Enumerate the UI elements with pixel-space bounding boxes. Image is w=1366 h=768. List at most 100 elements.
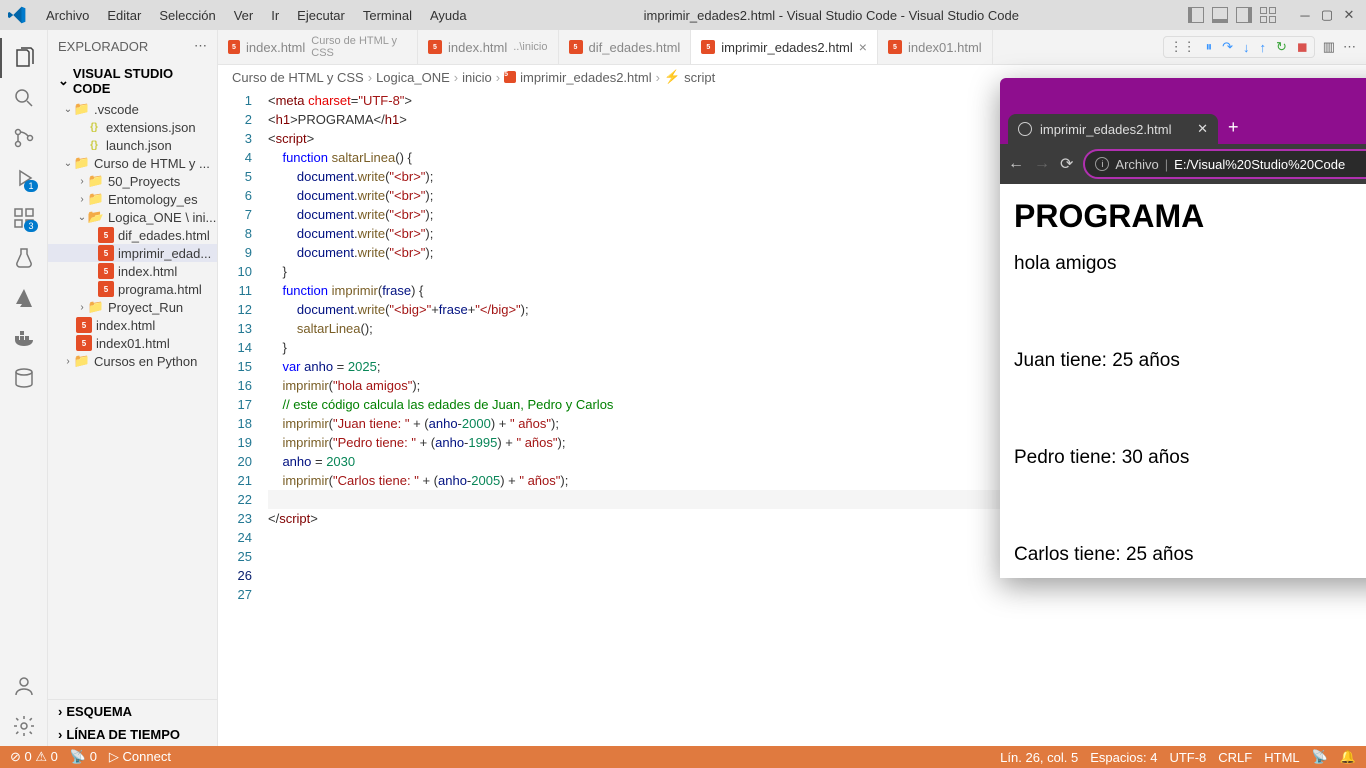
output-line: Carlos tiene: 25 años [1014, 544, 1366, 566]
menu-file[interactable]: Archivo [38, 4, 97, 27]
globe-icon [1018, 122, 1032, 136]
line-gutter: 1234567891011121314151617181920212223242… [218, 91, 268, 746]
browser-tabstrip: imprimir_edades2.html ✕ + [1000, 108, 1366, 144]
maximize-button[interactable]: ▢ [1318, 6, 1336, 24]
status-eol[interactable]: CRLF [1218, 750, 1252, 765]
browser-address-bar[interactable]: i Archivo | E:/Visual%20Studio%20Code ⇧ … [1083, 149, 1366, 179]
tab-imprimir-edades[interactable]: 5imprimir_edades2.html× [691, 30, 878, 64]
activity-bar: 1 3 [0, 30, 48, 746]
file-dif-edades[interactable]: 5dif_edades.html [48, 226, 217, 244]
status-bar: ⊘ 0 ⚠ 0 📡 0 ▷ Connect Lín. 26, col. 5 Es… [0, 746, 1366, 768]
chevron-down-icon: ⌄ [58, 73, 69, 89]
browser-viewport[interactable]: PROGRAMA hola amigos Juan tiene: 25 años… [1000, 184, 1366, 578]
sidebar-more-icon[interactable]: ⋯ [194, 38, 207, 54]
activity-scm[interactable] [0, 118, 48, 158]
tab-index01[interactable]: 5index01.html [878, 30, 993, 64]
folder-logica[interactable]: ⌄📂Logica_ONE \ ini... [48, 208, 217, 226]
page-heading: PROGRAMA [1014, 198, 1366, 235]
layout-panel-icon[interactable] [1212, 7, 1228, 23]
menu-edit[interactable]: Editar [99, 4, 149, 27]
output-line: Juan tiene: 25 años [1014, 350, 1366, 372]
menu-terminal[interactable]: Terminal [355, 4, 420, 27]
folder-entomology[interactable]: ›📁Entomology_es [48, 190, 217, 208]
activity-search[interactable] [0, 78, 48, 118]
file-imprimir-edades[interactable]: 5imprimir_edad... [48, 244, 217, 262]
file-index[interactable]: 5index.html [48, 262, 217, 280]
layout-controls [1188, 7, 1276, 23]
browser-tab-title: imprimir_edades2.html [1040, 122, 1172, 137]
browser-reload-button[interactable]: ⟳ [1060, 154, 1073, 174]
output-line: hola amigos [1014, 253, 1366, 275]
folder-vscode[interactable]: ⌄📁.vscode [48, 100, 217, 118]
tab-index-curso[interactable]: 5index.htmlCurso de HTML y CSS [218, 30, 418, 64]
menu-selection[interactable]: Selección [151, 4, 223, 27]
editor-split-icon[interactable]: ▥ [1323, 39, 1335, 55]
layout-sidebar-right-icon[interactable] [1236, 7, 1252, 23]
editor-more-icon[interactable]: ⋯ [1343, 39, 1356, 55]
status-errors[interactable]: ⊘ 0 ⚠ 0 [10, 749, 58, 765]
status-encoding[interactable]: UTF-8 [1169, 750, 1206, 765]
browser-new-tab-button[interactable]: + [1218, 111, 1249, 144]
close-button[interactable]: ✕ [1340, 6, 1358, 24]
debug-stepover-icon[interactable]: ↷ [1222, 39, 1233, 55]
debug-stepout-icon[interactable]: ↑ [1260, 40, 1267, 55]
activity-debug[interactable]: 1 [0, 158, 48, 198]
layout-sidebar-icon[interactable] [1188, 7, 1204, 23]
browser-titlebar: ⌄ ─ ▢ ✕ [1000, 78, 1366, 108]
activity-testing[interactable] [0, 238, 48, 278]
status-position[interactable]: Lín. 26, col. 5 [1000, 750, 1078, 765]
info-icon[interactable]: i [1095, 157, 1109, 171]
vscode-logo-icon [8, 6, 26, 24]
status-lang[interactable]: HTML [1264, 750, 1299, 765]
browser-tab-close-icon[interactable]: ✕ [1197, 121, 1208, 137]
status-golive-icon[interactable]: 📡 [1312, 749, 1328, 765]
activity-docker[interactable] [0, 318, 48, 358]
layout-customize-icon[interactable] [1260, 7, 1276, 23]
status-spaces[interactable]: Espacios: 4 [1090, 750, 1157, 765]
outline-section[interactable]: ›ESQUEMA [48, 700, 217, 723]
debug-drag-icon[interactable]: ⋮⋮ [1170, 39, 1196, 55]
extensions-badge: 3 [24, 220, 37, 232]
minimize-button[interactable]: ─ [1296, 6, 1314, 24]
menu-help[interactable]: Ayuda [422, 4, 475, 27]
timeline-section[interactable]: ›LÍNEA DE TIEMPO [48, 723, 217, 746]
file-index01[interactable]: 5index01.html [48, 334, 217, 352]
tab-index-inicio[interactable]: 5index.html..\inicio [418, 30, 559, 64]
activity-settings[interactable] [0, 706, 48, 746]
folder-cursospy[interactable]: ›📁Cursos en Python [48, 352, 217, 370]
menu-view[interactable]: Ver [226, 4, 262, 27]
activity-account[interactable] [0, 666, 48, 706]
file-programa[interactable]: 5programa.html [48, 280, 217, 298]
browser-forward-button[interactable]: → [1034, 155, 1050, 173]
status-ports[interactable]: 📡 0 [70, 749, 97, 765]
activity-explorer[interactable] [0, 38, 48, 78]
sidebar-title: EXPLORADOR [58, 39, 148, 54]
folder-50proyects[interactable]: ›📁50_Proyects [48, 172, 217, 190]
debug-stepin-icon[interactable]: ↓ [1243, 40, 1250, 55]
browser-window: ⌄ ─ ▢ ✕ imprimir_edades2.html ✕ + ← → ⟳ … [1000, 78, 1366, 578]
status-bell-icon[interactable]: 🔔 [1340, 749, 1356, 765]
activity-database[interactable] [0, 358, 48, 398]
debug-stop-icon[interactable]: ◼ [1297, 39, 1308, 55]
activity-azure[interactable] [0, 278, 48, 318]
file-tree: ⌄📁.vscode {}extensions.json {}launch.jso… [48, 100, 217, 699]
folder-curso[interactable]: ⌄📁Curso de HTML y ... [48, 154, 217, 172]
file-launch-json[interactable]: {}launch.json [48, 136, 217, 154]
browser-tab[interactable]: imprimir_edades2.html ✕ [1008, 114, 1218, 144]
close-tab-icon[interactable]: × [859, 39, 867, 55]
editor-tabs: 5index.htmlCurso de HTML y CSS 5index.ht… [218, 30, 1366, 65]
debug-restart-icon[interactable]: ↻ [1276, 39, 1287, 55]
folder-proyectrun[interactable]: ›📁Proyect_Run [48, 298, 217, 316]
file-extensions-json[interactable]: {}extensions.json [48, 118, 217, 136]
menu-run[interactable]: Ejecutar [289, 4, 353, 27]
debug-pause-icon[interactable]: ⏸ [1206, 39, 1213, 55]
titlebar: Archivo Editar Selección Ver Ir Ejecutar… [0, 0, 1366, 30]
workspace-header[interactable]: ⌄ VISUAL STUDIO CODE [48, 62, 217, 100]
main-menu: Archivo Editar Selección Ver Ir Ejecutar… [38, 4, 475, 27]
file-index2[interactable]: 5index.html [48, 316, 217, 334]
status-connect[interactable]: ▷ Connect [109, 749, 171, 765]
tab-dif-edades[interactable]: 5dif_edades.html [559, 30, 692, 64]
menu-go[interactable]: Ir [263, 4, 287, 27]
browser-back-button[interactable]: ← [1008, 155, 1024, 173]
activity-extensions[interactable]: 3 [0, 198, 48, 238]
